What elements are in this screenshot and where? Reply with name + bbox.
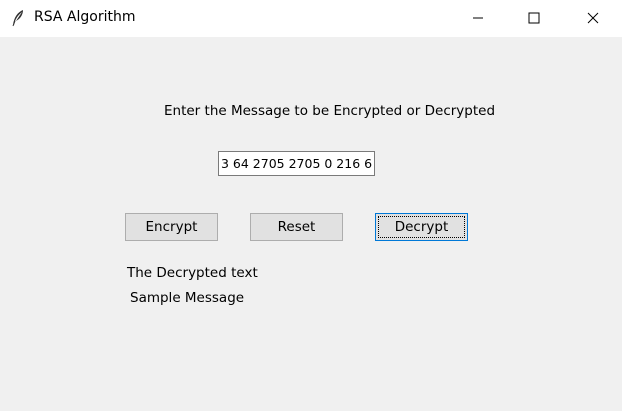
close-button[interactable] — [570, 0, 616, 37]
result-value: Sample Message — [130, 290, 245, 306]
reset-button-label: Reset — [277, 219, 316, 235]
reset-button[interactable]: Reset — [250, 213, 343, 241]
window-title: RSA Algorithm — [34, 9, 136, 25]
minimize-button[interactable] — [455, 0, 501, 37]
encrypt-button-label: Encrypt — [145, 219, 198, 235]
app-window: RSA Algorithm Enter the Message to be En… — [0, 0, 622, 411]
message-prompt-label: Enter the Message to be Encrypted or Dec… — [164, 103, 496, 119]
feather-icon — [10, 9, 26, 27]
decrypt-button-label: Decrypt — [394, 219, 449, 235]
close-icon — [587, 9, 599, 28]
maximize-button[interactable] — [511, 0, 557, 37]
minimize-icon — [472, 9, 484, 28]
encrypt-button[interactable]: Encrypt — [125, 213, 218, 241]
maximize-icon — [528, 9, 540, 28]
result-label: The Decrypted text — [127, 265, 258, 281]
message-input[interactable] — [218, 151, 375, 176]
decrypt-button[interactable]: Decrypt — [375, 213, 468, 241]
title-bar[interactable]: RSA Algorithm — [0, 0, 622, 37]
